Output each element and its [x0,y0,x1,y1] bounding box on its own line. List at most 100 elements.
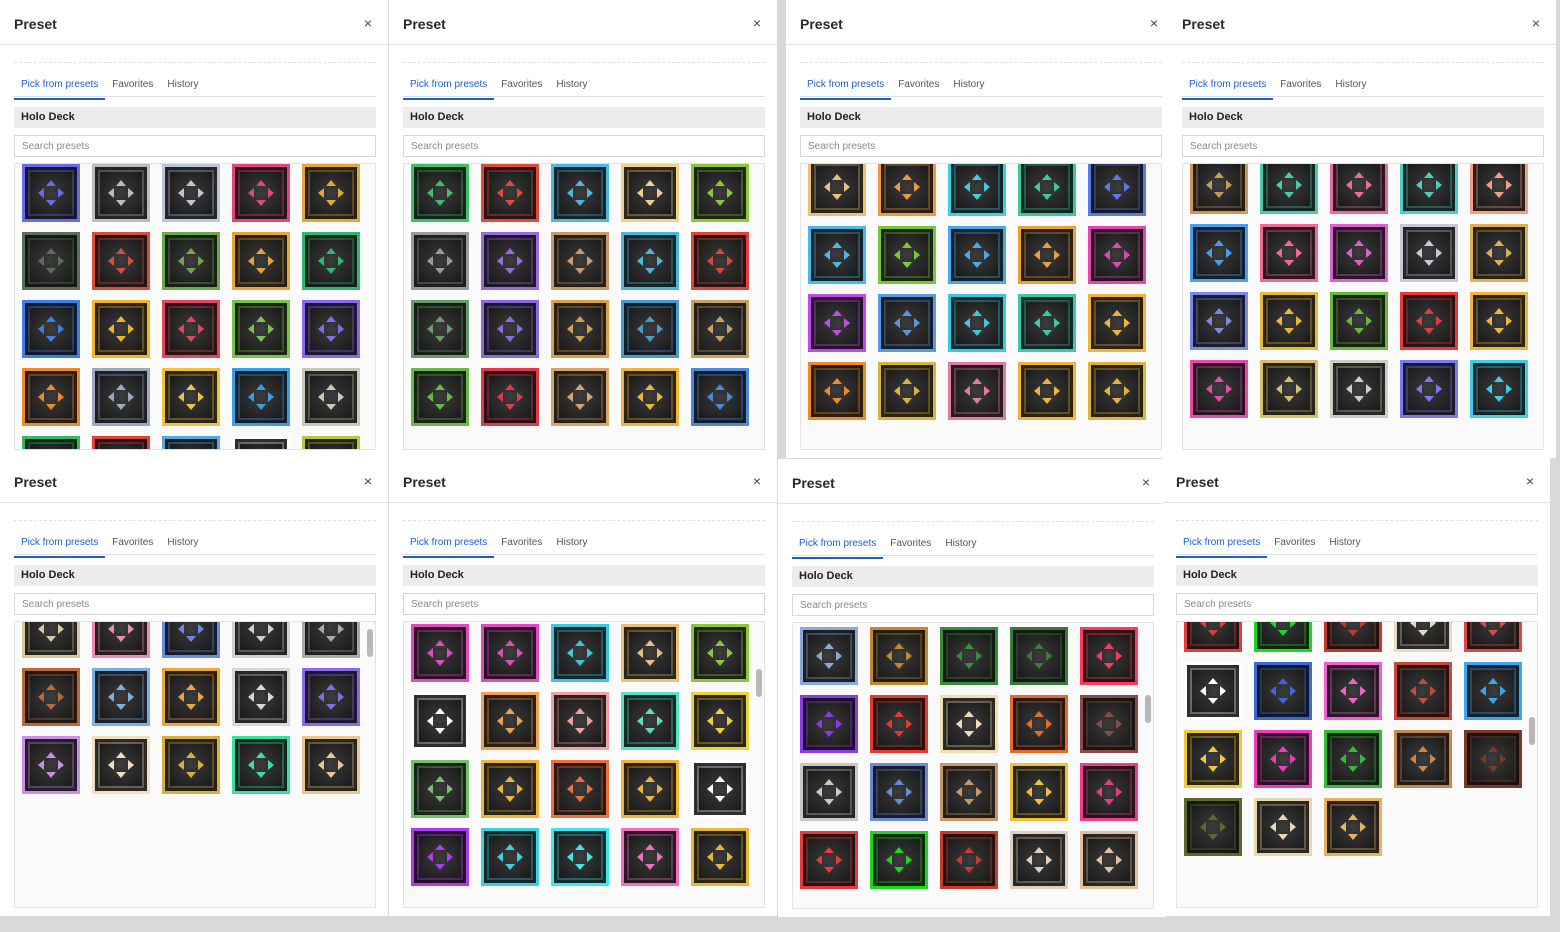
preset-tile[interactable] [411,164,469,222]
preset-tile[interactable] [1330,292,1388,350]
preset-tile[interactable] [411,232,469,290]
preset-tile[interactable] [1080,627,1138,685]
preset-tile[interactable] [411,624,469,682]
preset-tile[interactable] [1184,798,1242,856]
preset-tile[interactable] [808,362,866,420]
preset-tile[interactable] [1324,662,1382,720]
preset-tile[interactable] [691,760,749,818]
tab-history[interactable]: History [1328,78,1373,98]
preset-tile[interactable] [1470,224,1528,282]
preset-tile[interactable] [621,624,679,682]
scrollbar[interactable] [1529,717,1535,745]
preset-tile[interactable] [691,624,749,682]
preset-tile[interactable] [411,692,469,750]
close-icon[interactable]: × [1150,15,1158,31]
preset-tile[interactable] [302,368,360,426]
preset-tile[interactable] [22,736,80,794]
preset-tile[interactable] [411,828,469,886]
preset-tile[interactable] [481,232,539,290]
preset-tile[interactable] [1470,360,1528,418]
preset-tile[interactable] [1470,164,1528,214]
tab-history[interactable]: History [549,78,594,98]
search-input[interactable] [1182,135,1544,157]
preset-tile[interactable] [411,300,469,358]
preset-tile[interactable] [808,294,866,352]
preset-tile[interactable] [1330,224,1388,282]
preset-tile[interactable] [551,624,609,682]
preset-tile[interactable] [621,828,679,886]
preset-tile[interactable] [800,763,858,821]
preset-tile[interactable] [691,232,749,290]
preset-tile[interactable] [1254,798,1312,856]
preset-tile[interactable] [691,692,749,750]
tab-pick-from-presets[interactable]: Pick from presets [792,537,884,559]
tab-history[interactable]: History [160,536,205,556]
tab-favorites[interactable]: Favorites [1267,536,1322,556]
preset-tile[interactable] [870,695,928,753]
preset-tile[interactable] [232,164,290,222]
tab-pick-from-presets[interactable]: Pick from presets [14,78,106,100]
preset-tile[interactable] [481,828,539,886]
preset-tile[interactable] [481,760,539,818]
preset-tile[interactable] [22,668,80,726]
close-icon[interactable]: × [364,473,372,489]
preset-tile[interactable] [302,668,360,726]
preset-tile[interactable] [1088,164,1146,216]
preset-tile[interactable] [878,164,936,216]
preset-tile[interactable] [1470,292,1528,350]
preset-tile[interactable] [92,232,150,290]
preset-tile[interactable] [1254,622,1312,652]
preset-tile[interactable] [162,736,220,794]
preset-tile[interactable] [940,695,998,753]
preset-tile[interactable] [1184,622,1242,652]
preset-tile[interactable] [302,736,360,794]
scrollbar[interactable] [1145,695,1151,723]
preset-tile[interactable] [800,627,858,685]
preset-tile[interactable] [302,300,360,358]
preset-tile[interactable] [22,232,80,290]
preset-tile[interactable] [232,368,290,426]
scrollbar[interactable] [367,629,373,657]
preset-tile[interactable] [1330,360,1388,418]
tab-favorites[interactable]: Favorites [1273,78,1328,98]
preset-tile[interactable] [1190,164,1248,214]
preset-tile[interactable] [870,763,928,821]
preset-tile[interactable] [878,294,936,352]
search-input[interactable] [14,593,376,615]
preset-tile[interactable] [232,622,290,658]
close-icon[interactable]: × [1526,473,1534,489]
search-input[interactable] [403,593,765,615]
preset-tile[interactable] [1080,831,1138,889]
preset-tile[interactable] [1088,294,1146,352]
search-input[interactable] [1176,593,1538,615]
preset-tile[interactable] [621,164,679,222]
preset-tile[interactable] [1010,763,1068,821]
preset-tile[interactable] [481,624,539,682]
preset-tile[interactable] [162,300,220,358]
preset-tile[interactable] [1018,362,1076,420]
preset-tile[interactable] [621,692,679,750]
preset-tile[interactable] [162,668,220,726]
tab-pick-from-presets[interactable]: Pick from presets [14,536,106,558]
preset-tile[interactable] [162,436,220,449]
preset-tile[interactable] [1184,730,1242,788]
preset-tile[interactable] [22,622,80,658]
preset-tile[interactable] [878,226,936,284]
preset-tile[interactable] [1190,224,1248,282]
tab-history[interactable]: History [160,78,205,98]
search-input[interactable] [800,135,1162,157]
tab-favorites[interactable]: Favorites [494,78,549,98]
preset-tile[interactable] [940,627,998,685]
preset-tile[interactable] [1088,362,1146,420]
preset-tile[interactable] [1260,164,1318,214]
preset-tile[interactable] [551,300,609,358]
preset-tile[interactable] [1394,622,1452,652]
preset-tile[interactable] [162,368,220,426]
preset-tile[interactable] [1400,164,1458,214]
tab-history[interactable]: History [1322,536,1367,556]
preset-tile[interactable] [302,164,360,222]
tab-pick-from-presets[interactable]: Pick from presets [403,78,495,100]
preset-tile[interactable] [232,736,290,794]
tab-pick-from-presets[interactable]: Pick from presets [800,78,892,100]
preset-tile[interactable] [1324,622,1382,652]
